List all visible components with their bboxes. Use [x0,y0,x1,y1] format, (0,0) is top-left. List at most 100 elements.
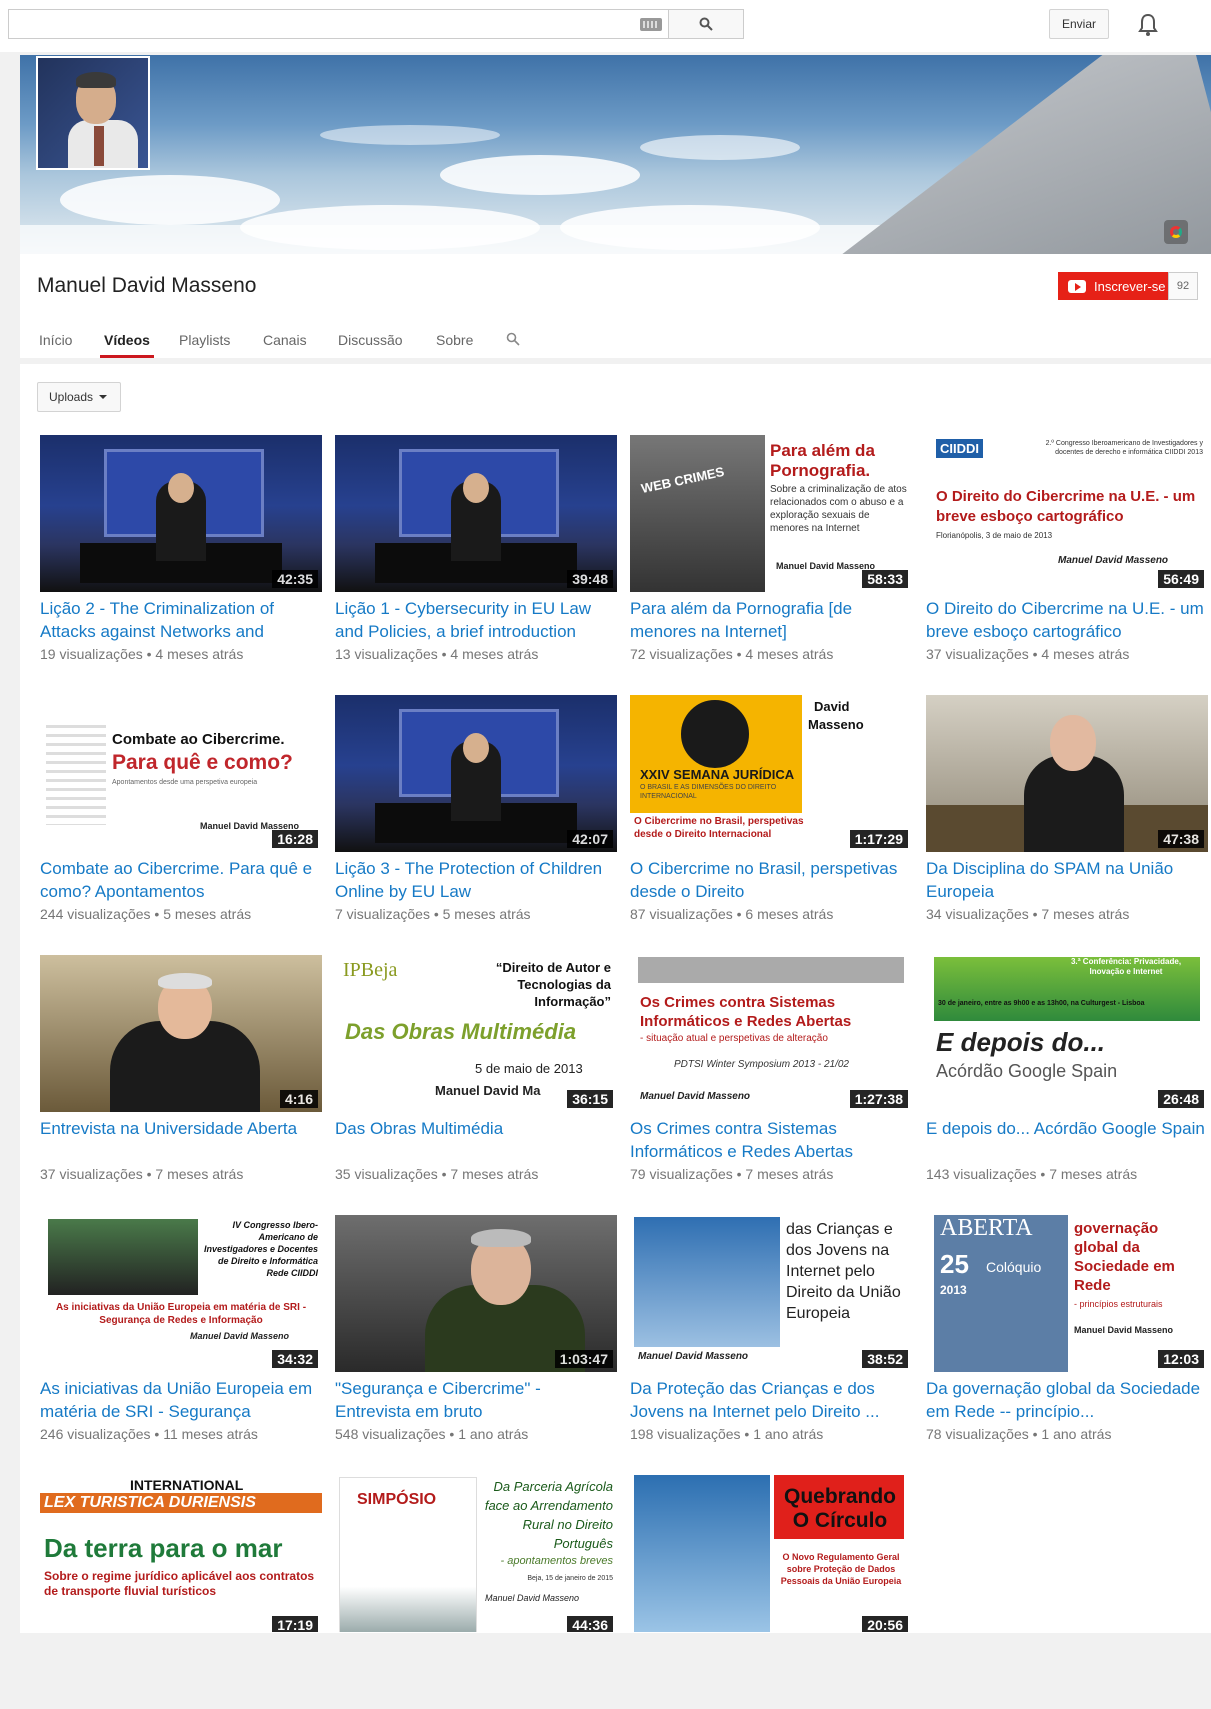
subscriber-count: 92 [1168,272,1198,300]
channel-avatar[interactable] [36,56,150,170]
video-meta: 198 visualizações • 1 ano atrás [630,1426,824,1442]
subscribe-button[interactable]: Inscrever-se [1058,272,1168,300]
thumbnail-text: Florianópolis, 3 de maio de 2013 [936,531,1053,540]
video-title[interactable]: Da Proteção das Crianças e dos Jovens na… [630,1377,912,1423]
video-title[interactable]: Da Disciplina do SPAM na União Europeia [926,857,1208,903]
video-card[interactable]: SIMPÓSIO Da Parceria Agrícola face ao Ar… [335,1475,617,1709]
keyboard-icon[interactable] [640,18,662,31]
search-button[interactable] [668,9,744,39]
video-thumbnail[interactable]: ABERTA 25 Colóquio 2013 governação globa… [926,1215,1208,1372]
video-age: 7 meses atrás [745,1166,834,1182]
thumbnail-text: Da Parceria Agrícola face ao Arrendament… [484,1479,613,1551]
search-input[interactable] [8,9,668,39]
video-duration: 56:49 [1158,570,1204,588]
video-thumbnail[interactable]: 4:16 [40,955,322,1112]
thumbnail-text: Manuel David Ma [435,1083,541,1098]
tab-discussion[interactable]: Discussão [338,332,403,348]
video-thumbnail[interactable]: Os Crimes contra Sistemas Informáticos e… [630,955,912,1112]
video-card[interactable]: XXIV SEMANA JURÍDICA O BRASIL E AS DIMEN… [630,695,912,929]
thumbnail-text: O Novo Regulamento Geral sobre Proteção … [780,1552,902,1586]
video-card[interactable]: das Crianças e dos Jovens na Internet pe… [630,1215,912,1449]
thumbnail-text: 25 [940,1249,969,1279]
uploads-dropdown[interactable]: Uploads [37,382,121,412]
video-age: 7 meses atrás [450,1166,539,1182]
thumbnail-text: 30 de janeiro, entre as 9h00 e as 13h00,… [938,1000,1145,1007]
tab-playlists[interactable]: Playlists [179,332,230,348]
video-duration: 16:28 [272,830,318,848]
video-thumbnail[interactable]: XXIV SEMANA JURÍDICA O BRASIL E AS DIMEN… [630,695,912,852]
video-thumbnail[interactable]: IV Congresso Ibero-Americano de Investig… [40,1215,322,1372]
video-title[interactable]: Entrevista na Universidade Aberta [40,1117,322,1140]
video-thumbnail[interactable]: 1:03:47 [335,1215,617,1372]
video-title[interactable]: As iniciativas da União Europeia em maté… [40,1377,322,1423]
video-thumbnail[interactable]: 39:48 [335,435,617,592]
thumbnail-text: IV Congresso Ibero-Americano de Investig… [203,1220,318,1278]
video-title[interactable]: Os Crimes contra Sistemas Informáticos e… [630,1117,912,1163]
video-title[interactable]: O Direito do Cibercrime na U.E. - um bre… [926,597,1208,643]
thumbnail-text: 2013 [940,1283,967,1297]
video-card[interactable]: CIIDDI 2.º Congresso Iberoamericano de I… [926,435,1208,669]
video-card[interactable]: 1:03:47 "Segurança e Cibercrime" - Entre… [335,1215,617,1449]
thumbnail-text: “Direito de Autor e Tecnologias da Infor… [495,960,611,1009]
video-card[interactable]: IV Congresso Ibero-Americano de Investig… [40,1215,322,1449]
tab-about[interactable]: Sobre [436,332,473,348]
video-card[interactable]: 47:38 Da Disciplina do SPAM na União Eur… [926,695,1208,929]
video-thumbnail[interactable]: das Crianças e dos Jovens na Internet pe… [630,1215,912,1372]
video-card[interactable]: Quebrando O Círculo O Novo Regulamento G… [630,1475,912,1709]
video-title[interactable]: Para além da Pornografia [de menores na … [630,597,912,643]
video-age: 7 meses atrás [155,1166,244,1182]
video-card[interactable]: IPBeja “Direito de Autor e Tecnologias d… [335,955,617,1189]
video-thumbnail[interactable]: Quebrando O Círculo O Novo Regulamento G… [630,1475,912,1632]
video-duration: 58:33 [862,570,908,588]
upload-button[interactable]: Enviar [1049,9,1109,39]
thumbnail-text: Masseno [808,717,864,732]
video-title[interactable]: Combate ao Cibercrime. Para quê e como? … [40,857,322,903]
thumbnail-text: - situação atual e perspetivas de altera… [640,1033,828,1044]
video-title[interactable]: Da governação global da Sociedade em Red… [926,1377,1208,1423]
search-icon[interactable] [506,332,520,346]
video-views: 79 visualizações [630,1166,733,1182]
video-thumbnail[interactable]: IPBeja “Direito de Autor e Tecnologias d… [335,955,617,1112]
tab-home[interactable]: Início [39,332,72,348]
video-title[interactable]: Lição 2 - The Criminalization of Attacks… [40,597,322,643]
video-meta: 548 visualizações • 1 ano atrás [335,1426,529,1442]
video-card[interactable]: 39:48 Lição 1 - Cybersecurity in EU Law … [335,435,617,669]
video-thumbnail[interactable]: INTERNATIONAL CONFERENCE LEX TURISTICA D… [40,1475,322,1632]
thumbnail-text: Para quê e como? [112,751,293,774]
tab-channels[interactable]: Canais [263,332,307,348]
thumbnail-text: LEX TURISTICA DURIENSIS [44,1494,256,1511]
tab-videos[interactable]: Vídeos [104,332,150,348]
video-thumbnail[interactable]: 42:35 [40,435,322,592]
video-card[interactable]: WEB CRIMES Para além da Pornografia. Sob… [630,435,912,669]
google-icon[interactable] [1164,220,1188,244]
video-thumbnail[interactable]: CIIDDI 2.º Congresso Iberoamericano de I… [926,435,1208,592]
thumbnail-text: 5 de maio de 2013 [475,1061,583,1076]
video-card[interactable]: Combate ao Cibercrime. Para quê e como? … [40,695,322,929]
video-thumbnail[interactable]: WEB CRIMES Para além da Pornografia. Sob… [630,435,912,592]
video-title[interactable]: Lição 1 - Cybersecurity in EU Law and Po… [335,597,617,643]
video-title[interactable]: O Cibercrime no Brasil, perspetivas desd… [630,857,912,903]
video-card[interactable]: 4:16 Entrevista na Universidade Aberta 3… [40,955,322,1189]
video-card[interactable]: 42:07 Lição 3 - The Protection of Childr… [335,695,617,929]
video-card[interactable]: 42:35 Lição 2 - The Criminalization of A… [40,435,322,669]
video-age: 4 meses atrás [155,646,244,662]
video-thumbnail[interactable]: SIMPÓSIO Da Parceria Agrícola face ao Ar… [335,1475,617,1632]
video-card[interactable]: Os Crimes contra Sistemas Informáticos e… [630,955,912,1189]
video-thumbnail[interactable]: Combate ao Cibercrime. Para quê e como? … [40,695,322,852]
video-thumbnail[interactable]: 47:38 [926,695,1208,852]
uploads-label: Uploads [49,390,94,404]
video-card[interactable]: 3.ª Conferência: Privacidade, Inovação e… [926,955,1208,1189]
video-title[interactable]: Lição 3 - The Protection of Children Onl… [335,857,617,903]
thumbnail-text: Da terra para o mar [44,1533,283,1563]
video-thumbnail[interactable]: 42:07 [335,695,617,852]
bell-icon[interactable] [1136,12,1160,38]
video-card[interactable]: INTERNATIONAL CONFERENCE LEX TURISTICA D… [40,1475,322,1709]
video-title[interactable]: E depois do... Acórdão Google Spain [926,1117,1208,1140]
video-views: 34 visualizações [926,906,1029,922]
video-card[interactable]: ABERTA 25 Colóquio 2013 governação globa… [926,1215,1208,1449]
video-title[interactable]: "Segurança e Cibercrime" - Entrevista em… [335,1377,617,1423]
video-thumbnail[interactable]: 3.ª Conferência: Privacidade, Inovação e… [926,955,1208,1112]
video-title[interactable]: Das Obras Multimédia [335,1117,617,1140]
thumbnail-text: David [814,699,850,714]
top-bar: Enviar [0,0,1211,52]
